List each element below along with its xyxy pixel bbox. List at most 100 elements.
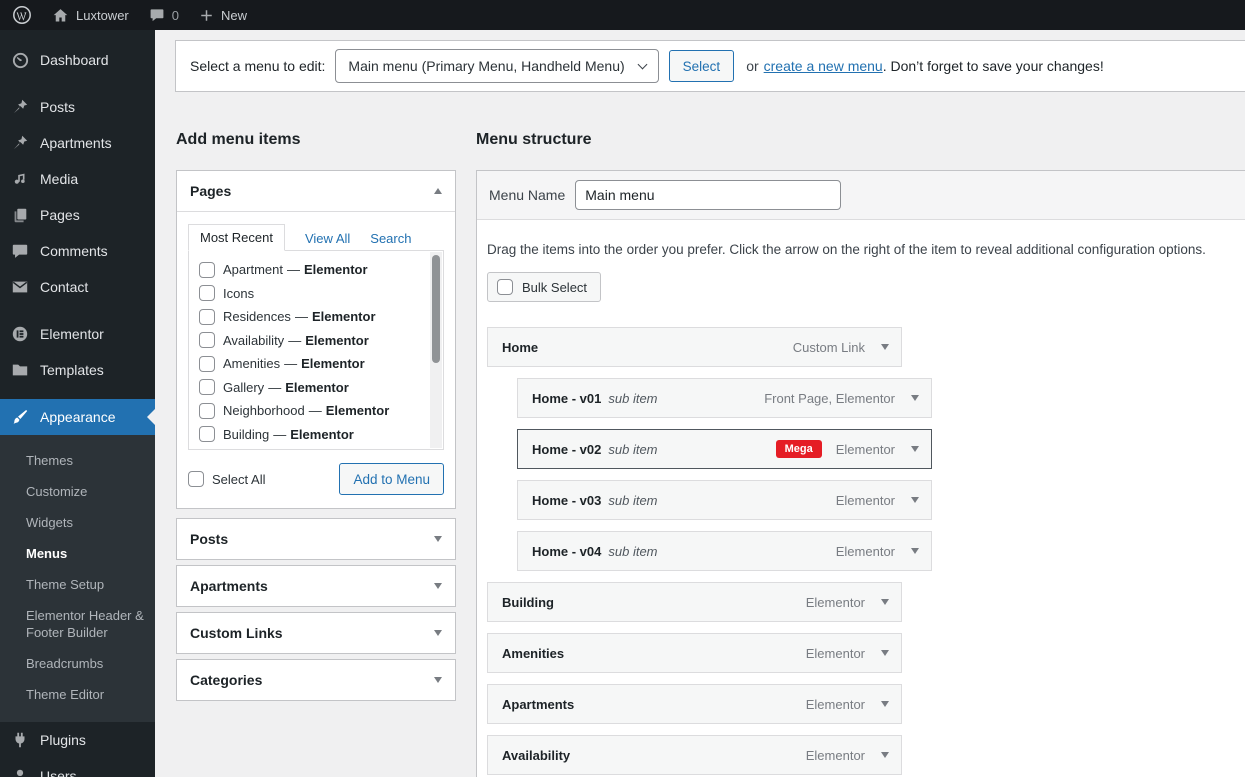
bulk-select-label: Bulk Select — [522, 279, 588, 295]
sidebar-item-label: Elementor — [40, 326, 104, 342]
sidebar-item-templates[interactable]: Templates — [0, 352, 155, 388]
select-menu-label: Select a menu to edit: — [190, 58, 326, 74]
add-menu-items-column: Pages Most Recent View All Search Apartm… — [176, 170, 456, 701]
item-options-arrow-icon[interactable] — [881, 701, 889, 707]
expand-arrow-icon[interactable] — [434, 630, 442, 636]
menu-select-dropdown[interactable]: Main menu (Primary Menu, Handheld Menu) — [335, 49, 659, 83]
menu-item-row-apartments[interactable]: Apartments Elementor — [487, 684, 902, 724]
page-checklist-item[interactable]: Residences — Elementor — [199, 305, 425, 329]
sidebar-item-contact[interactable]: Contact — [0, 269, 155, 305]
scrollbar-thumb[interactable] — [432, 255, 440, 363]
select-all-checkbox[interactable] — [188, 471, 204, 487]
page-checklist-item[interactable]: Icons — [199, 282, 425, 306]
sidebar-item-pages[interactable]: Pages — [0, 197, 155, 233]
menu-item-row-home-v04[interactable]: Home - v04 sub item Elementor — [517, 531, 932, 571]
item-options-arrow-icon[interactable] — [881, 344, 889, 350]
wordpress-logo-menu[interactable] — [12, 5, 32, 25]
sidebar-item-plugins[interactable]: Plugins — [0, 722, 155, 758]
sidebar-item-elementor[interactable]: Elementor — [0, 316, 155, 352]
elementor-icon — [10, 324, 30, 344]
sidebar-item-appearance[interactable]: Appearance — [0, 399, 155, 435]
user-icon — [10, 766, 30, 777]
sidebar-subitem-elementor-header-footer-builder[interactable]: Elementor Header & Footer Builder — [0, 600, 155, 648]
sidebar-subitem-breadcrumbs[interactable]: Breadcrumbs — [0, 648, 155, 679]
item-options-arrow-icon[interactable] — [911, 446, 919, 452]
categories-postbox-header[interactable]: Categories — [177, 660, 455, 700]
checkbox[interactable] — [199, 379, 215, 396]
sidebar-item-users[interactable]: Users — [0, 758, 155, 777]
menu-item-row-home[interactable]: Home Custom Link — [487, 327, 902, 367]
page-checklist-item[interactable]: Building — Elementor — [199, 423, 425, 447]
checkbox[interactable] — [199, 426, 215, 443]
menu-item-row-availability[interactable]: Availability Elementor — [487, 735, 902, 775]
page-checklist-item[interactable]: Apartment — Elementor — [199, 258, 425, 282]
select-all-label: Select All — [212, 471, 266, 487]
new-content-menu[interactable]: New — [199, 8, 247, 23]
page-checklist-item[interactable]: Availability — Elementor — [199, 329, 425, 353]
apartments-postbox-header[interactable]: Apartments — [177, 566, 455, 606]
visit-site-link[interactable]: Luxtower — [52, 7, 129, 24]
sidebar-item-dashboard[interactable]: Dashboard — [0, 42, 155, 78]
sidebar-item-comments[interactable]: Comments — [0, 233, 155, 269]
new-label: New — [220, 7, 247, 23]
menu-name-input[interactable] — [575, 180, 842, 210]
page-checklist-item[interactable]: Gallery — Elementor — [199, 376, 425, 400]
tab-most-recent[interactable]: Most Recent — [188, 224, 285, 251]
menu-item-row-amenities[interactable]: Amenities Elementor — [487, 633, 902, 673]
sidebar-item-posts[interactable]: Posts — [0, 89, 155, 125]
sidebar-subitem-theme-setup[interactable]: Theme Setup — [0, 569, 155, 600]
sidebar-item-apartments[interactable]: Apartments — [0, 125, 155, 161]
page-checklist-item[interactable]: Neighborhood — Elementor — [199, 399, 425, 423]
comments-count: 0 — [171, 7, 179, 23]
item-options-arrow-icon[interactable] — [881, 650, 889, 656]
menu-item-row-building[interactable]: Building Elementor — [487, 582, 902, 622]
comments-shortcut[interactable]: 0 — [149, 7, 179, 23]
checkbox[interactable] — [199, 285, 215, 302]
sidebar-subitem-customize[interactable]: Customize — [0, 476, 155, 507]
sidebar-subitem-themes[interactable]: Themes — [0, 445, 155, 476]
bulk-select-control[interactable]: Bulk Select — [487, 272, 602, 302]
posts-postbox-header[interactable]: Posts — [177, 519, 455, 559]
checkbox[interactable] — [199, 332, 215, 349]
collapse-arrow-icon[interactable] — [434, 188, 442, 194]
item-options-arrow-icon[interactable] — [911, 395, 919, 401]
item-options-arrow-icon[interactable] — [911, 548, 919, 554]
checkbox[interactable] — [199, 402, 215, 419]
expand-arrow-icon[interactable] — [434, 536, 442, 542]
folder-icon — [10, 360, 30, 380]
sidebar-item-media[interactable]: Media — [0, 161, 155, 197]
page-checklist-item[interactable]: Amenities — Elementor — [199, 352, 425, 376]
current-menu-notch — [147, 409, 155, 425]
tab-view-all[interactable]: View All — [305, 226, 350, 251]
select-all-control[interactable]: Select All — [188, 471, 265, 487]
sidebar-subitem-menus[interactable]: Menus — [0, 538, 155, 569]
pages-postbox-header[interactable]: Pages — [177, 171, 455, 211]
bulk-select-checkbox[interactable] — [497, 279, 513, 295]
menu-item-row-home-v02[interactable]: Home - v02 sub item Mega Elementor — [517, 429, 932, 469]
item-options-arrow-icon[interactable] — [881, 752, 889, 758]
or-text: or — [746, 58, 759, 74]
checkbox[interactable] — [199, 355, 215, 372]
item-options-arrow-icon[interactable] — [911, 497, 919, 503]
create-new-menu-link[interactable]: create a new menu — [764, 58, 883, 74]
checkbox[interactable] — [199, 308, 215, 325]
plug-icon — [10, 730, 30, 750]
sidebar-subitem-widgets[interactable]: Widgets — [0, 507, 155, 538]
scrollbar-track[interactable] — [430, 252, 442, 448]
add-to-menu-button[interactable]: Add to Menu — [339, 463, 444, 495]
custom-links-postbox-header[interactable]: Custom Links — [177, 613, 455, 653]
checkbox[interactable] — [199, 261, 215, 278]
sidebar-subitem-theme-editor[interactable]: Theme Editor — [0, 679, 155, 710]
item-options-arrow-icon[interactable] — [881, 599, 889, 605]
menu-name-header: Menu Name — [477, 171, 1245, 220]
sidebar-item-label: Contact — [40, 279, 89, 295]
select-menu-button[interactable]: Select — [668, 50, 735, 82]
menu-item-row-home-v01[interactable]: Home - v01 sub item Front Page, Elemento… — [517, 378, 932, 418]
expand-arrow-icon[interactable] — [434, 677, 442, 683]
menu-item-row-home-v03[interactable]: Home - v03 sub item Elementor — [517, 480, 932, 520]
tab-search[interactable]: Search — [370, 226, 411, 251]
expand-arrow-icon[interactable] — [434, 583, 442, 589]
menu-structure-panel: Menu Name Drag the items into the order … — [476, 170, 1245, 777]
paintbrush-icon — [10, 407, 30, 427]
sidebar-item-label: Dashboard — [40, 52, 109, 68]
